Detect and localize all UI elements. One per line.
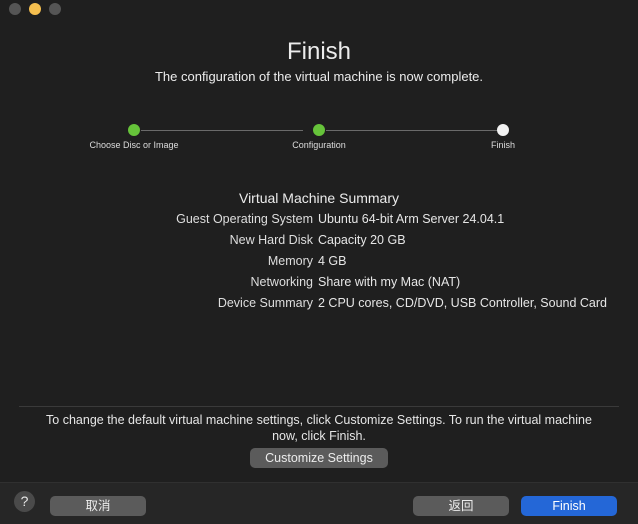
step-dot-configuration — [313, 124, 325, 136]
step-dot-choose-disc — [128, 124, 140, 136]
customize-hint: To change the default virtual machine se… — [46, 413, 592, 443]
summary-value: Ubuntu 64-bit Arm Server 24.04.1 — [318, 212, 505, 226]
summary-value: 4 GB — [318, 254, 347, 268]
step-label-finish: Finish — [490, 140, 515, 150]
step-indicator: Choose Disc or Image Configuration Finis… — [0, 124, 638, 174]
assistant-window: Finish The configuration of the virtual … — [0, 0, 638, 524]
section-divider — [19, 406, 619, 407]
minimize-window-button[interactable] — [29, 3, 41, 15]
summary-key: New Hard Disk — [229, 233, 313, 247]
finish-button[interactable]: Finish — [521, 496, 617, 516]
page-subtitle: The configuration of the virtual machine… — [154, 69, 484, 84]
customize-settings-button[interactable]: Customize Settings — [250, 448, 388, 468]
page-title: Finish — [286, 38, 352, 65]
summary-row-devices: Device Summary 2 CPU cores, CD/DVD, USB … — [0, 295, 638, 311]
step-connector — [141, 130, 303, 131]
summary-row-hard-disk: New Hard Disk Capacity 20 GB — [0, 232, 638, 248]
cancel-button[interactable]: 取消 — [50, 496, 146, 516]
help-button[interactable]: ? — [14, 491, 35, 512]
summary-key: Device Summary — [217, 296, 313, 310]
summary-value: 2 CPU cores, CD/DVD, USB Controller, Sou… — [318, 296, 607, 310]
summary-key: Guest Operating System — [176, 212, 313, 226]
vm-summary: Virtual Machine Summary Guest Operating … — [0, 190, 638, 311]
summary-value: Capacity 20 GB — [318, 233, 406, 247]
zoom-window-button[interactable] — [49, 3, 61, 15]
step-connector — [326, 130, 497, 131]
summary-row-memory: Memory 4 GB — [0, 253, 638, 269]
close-window-button[interactable] — [9, 3, 21, 15]
summary-key: Networking — [250, 275, 313, 289]
summary-title: Virtual Machine Summary — [238, 190, 400, 206]
step-label-choose-disc: Choose Disc or Image — [89, 140, 179, 150]
summary-value: Share with my Mac (NAT) — [318, 275, 461, 289]
step-label-configuration: Configuration — [292, 140, 346, 150]
summary-row-guest-os: Guest Operating System Ubuntu 64-bit Arm… — [0, 211, 638, 227]
back-button[interactable]: 返回 — [413, 496, 509, 516]
step-dot-finish — [497, 124, 509, 136]
summary-row-networking: Networking Share with my Mac (NAT) — [0, 274, 638, 290]
summary-key: Memory — [267, 254, 313, 268]
window-controls — [9, 3, 61, 15]
